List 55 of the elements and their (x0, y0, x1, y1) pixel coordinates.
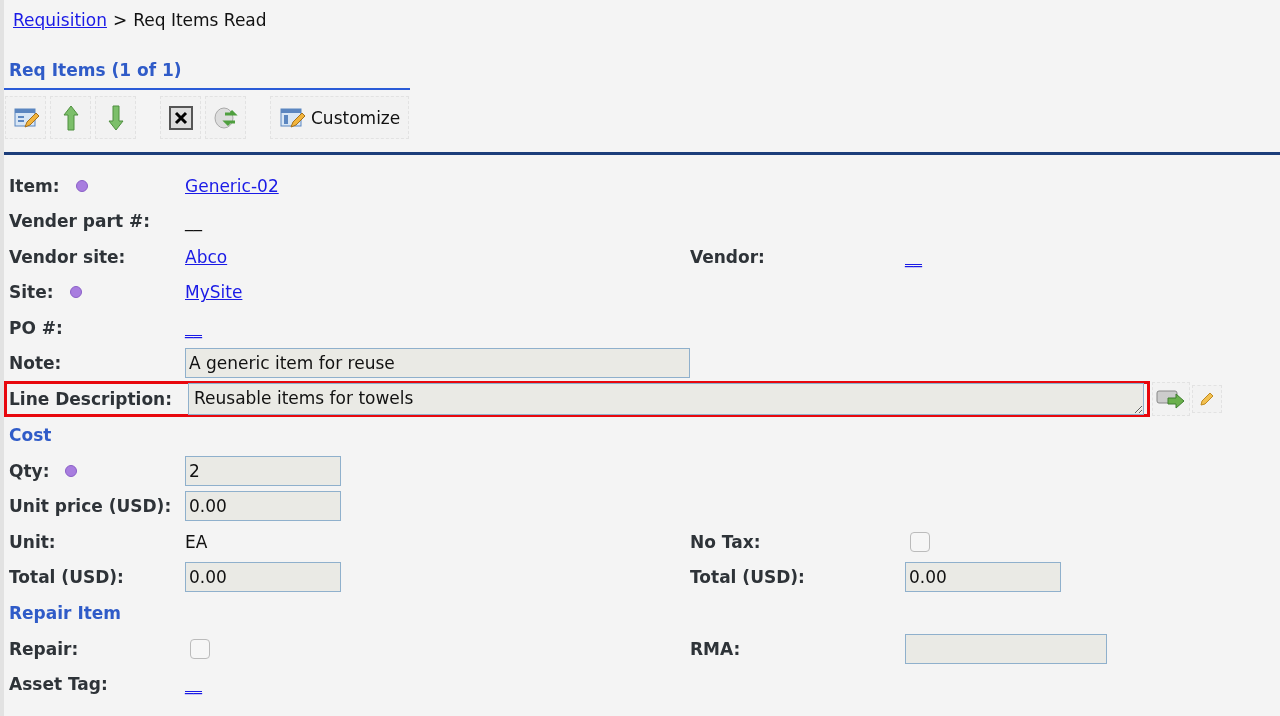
delete-button[interactable] (160, 96, 201, 139)
pencil-icon (1199, 391, 1215, 407)
field-label: Site: (9, 282, 54, 303)
edit-button[interactable] (5, 96, 46, 139)
field-label: Unit price (USD): (9, 496, 172, 517)
input-field[interactable] (905, 633, 1107, 664)
input-field[interactable]: 0.00 (905, 562, 1061, 593)
field-label: Asset Tag: (9, 674, 108, 695)
form-pencil-icon (12, 105, 39, 130)
field-label: PO #: (9, 317, 63, 338)
field-label: No Tax: (690, 531, 761, 552)
move-up-button[interactable] (50, 96, 91, 139)
field-label: Unit: (9, 531, 56, 552)
field-link[interactable]: __ (185, 317, 202, 338)
field-label: Note: (9, 353, 62, 374)
field-label: RMA: (690, 638, 741, 659)
arrow-up-icon (62, 104, 79, 131)
field-value: EA (185, 531, 208, 552)
field-label: Total (USD): (9, 567, 124, 588)
arrow-down-icon (107, 104, 124, 131)
field-link[interactable]: __ (905, 246, 922, 267)
input-field[interactable]: A generic item for reuse (185, 348, 690, 379)
checkbox[interactable] (190, 638, 210, 659)
input-field[interactable]: 2 (185, 455, 341, 486)
edit-button[interactable] (1192, 385, 1222, 413)
checkbox[interactable] (910, 531, 930, 552)
field-link[interactable]: Generic-02 (185, 175, 279, 196)
field-label: Total (USD): (690, 567, 805, 588)
textarea-field[interactable]: Reusable items for towels (188, 383, 1144, 415)
field-label: Repair: (9, 638, 79, 659)
group-heading: Repair Item (8, 603, 122, 623)
field-value: __ (185, 211, 202, 232)
field-label: Vender part #: (9, 211, 150, 232)
field-label: Vendor site: (9, 246, 126, 267)
input-field[interactable]: 0.00 (185, 562, 341, 593)
move-down-button[interactable] (95, 96, 136, 139)
close-icon (168, 105, 193, 130)
field-label: Line Description: (9, 389, 172, 409)
field-label: Qty: (9, 460, 50, 481)
breadcrumb-link[interactable]: Requisition (13, 10, 107, 30)
field-link[interactable]: MySite (185, 282, 243, 303)
form-pencil-icon (279, 105, 305, 130)
refresh-icon (212, 105, 239, 130)
customize-button[interactable]: Customize (270, 96, 410, 139)
field-link[interactable]: __ (185, 674, 202, 695)
expand-button[interactable] (1152, 382, 1190, 416)
field-label: Vendor: (690, 246, 765, 267)
field-label: Item: (9, 175, 60, 196)
field-link[interactable]: Abco (185, 246, 228, 267)
breadcrumb-current: Req Items Read (133, 10, 267, 30)
arrow-right-icon (1156, 388, 1186, 410)
group-heading: Cost (8, 425, 52, 445)
input-field[interactable]: 0.00 (185, 491, 341, 522)
section-title: Req Items (1 of 1) (9, 60, 182, 80)
breadcrumb-separator: > (112, 10, 128, 30)
